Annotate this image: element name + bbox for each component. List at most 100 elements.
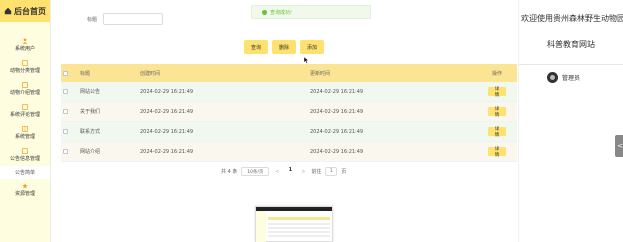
- sidebar-subitem-announcement[interactable]: 公告简单: [0, 166, 50, 179]
- detail-button[interactable]: 详情: [488, 87, 506, 98]
- avatar: [547, 72, 558, 83]
- row-check-cell: [61, 149, 71, 154]
- page-size-select[interactable]: 10条/页: [241, 167, 270, 176]
- cell-updated: 2024-02-29 16:21:49: [310, 88, 364, 95]
- cell-operation: 详情: [477, 147, 517, 158]
- edit-icon: [22, 148, 28, 154]
- thumbnail-sidebar: [256, 211, 266, 242]
- query-button[interactable]: 查询: [244, 40, 268, 54]
- row-checkbox[interactable]: [63, 89, 68, 94]
- pagination-total: 共 4 条: [221, 169, 238, 175]
- row-check-cell: [61, 109, 71, 114]
- select-all-checkbox[interactable]: [63, 70, 68, 76]
- app-root: 后台首页 系统用户 动物分类管理 动物介绍管理 系统评论管理 系统管理 公告信息…: [0, 0, 623, 242]
- sidebar-nav: 系统用户 动物分类管理 动物介绍管理 系统评论管理 系统管理 公告信息管理 公告…: [0, 22, 50, 201]
- thumbnail-row: [268, 227, 330, 229]
- search-row: 标题: [87, 13, 164, 25]
- action-row: 查询 删除 添加: [244, 40, 324, 54]
- cell-created: 2024-02-29 16:21:49: [140, 128, 194, 135]
- cell-updated: 2024-02-29 16:21:49: [310, 108, 364, 115]
- divider: [519, 64, 623, 65]
- thumbnail-row: [268, 235, 330, 237]
- header-title[interactable]: 标题: [71, 70, 137, 77]
- select-all-cell: [61, 70, 71, 76]
- pagination: 共 4 条 10条/页 < 1 > 前往 1 页: [221, 167, 346, 176]
- sidebar-item-users[interactable]: 系统用户: [0, 34, 50, 56]
- cell-operation: 详情: [477, 107, 517, 118]
- sidebar-item-system[interactable]: 系统管理: [0, 122, 50, 144]
- table-row: 网站公告 2024-02-29 16:21:49 2024-02-29 16:2…: [61, 82, 517, 102]
- grid-icon: [22, 126, 28, 132]
- next-page-button[interactable]: >: [299, 169, 307, 175]
- detail-button[interactable]: 详情: [488, 147, 506, 158]
- user-info[interactable]: 管理员: [547, 72, 580, 83]
- detail-button[interactable]: 详情: [488, 107, 506, 118]
- row-checkbox[interactable]: [63, 109, 68, 114]
- row-check-cell: [61, 129, 71, 134]
- welcome-subtitle: 科普教育网站: [547, 40, 595, 49]
- sidebar-item-label: 系统评论管理: [9, 112, 40, 118]
- search-input[interactable]: [103, 13, 164, 25]
- thumbnail-row: [268, 231, 330, 233]
- brand-label: 后台首页: [14, 6, 46, 16]
- sidebar-item-label: 公告信息管理: [9, 156, 40, 162]
- delete-button[interactable]: 删除: [272, 40, 296, 54]
- cell-title: 联系方式: [80, 129, 101, 135]
- sidebar-item-announcements[interactable]: 公告信息管理: [0, 144, 50, 166]
- cell-operation: 详情: [477, 87, 517, 98]
- row-checkbox[interactable]: [63, 149, 68, 154]
- screen-thumbnail: [255, 206, 333, 242]
- header-created[interactable]: 创建时间: [137, 70, 307, 77]
- brand-home[interactable]: 后台首页: [0, 0, 50, 22]
- welcome-title: 欢迎使用贵州森林野生动物园: [521, 14, 623, 23]
- cell-updated: 2024-02-29 16:21:49: [310, 148, 364, 155]
- header-updated[interactable]: 更新时间: [307, 70, 477, 77]
- chevron-left-icon: <: [617, 142, 623, 150]
- current-page[interactable]: 1: [285, 167, 295, 176]
- table-row: 联系方式 2024-02-29 16:21:49 2024-02-29 16:2…: [61, 122, 517, 142]
- table-row: 网站介绍 2024-02-29 16:21:49 2024-02-29 16:2…: [61, 142, 517, 162]
- sidebar-item-label: 系统管理: [14, 134, 35, 140]
- cell-created: 2024-02-29 16:21:49: [140, 108, 194, 115]
- sidebar-item-resources[interactable]: 资源管理: [0, 179, 50, 201]
- sidebar-item-animal-category[interactable]: 动物分类管理: [0, 56, 50, 78]
- edit-icon: [22, 60, 28, 66]
- cell-title: 关于我们: [80, 109, 101, 115]
- home-icon: [4, 7, 12, 15]
- sidebar-item-animal-intro[interactable]: 动物介绍管理: [0, 78, 50, 100]
- edit-icon: [22, 104, 28, 110]
- sidebar-subitem-label: 公告简单: [14, 170, 35, 176]
- goto-page-input[interactable]: 1: [325, 167, 338, 176]
- success-toast: 查询成功!: [251, 5, 371, 19]
- star-icon: [22, 183, 28, 189]
- toast-message: 查询成功!: [270, 9, 293, 16]
- page-unit-label: 页: [341, 169, 347, 175]
- collapse-panel-button[interactable]: <: [615, 135, 623, 157]
- thumbnail-table-header: [268, 217, 330, 220]
- row-checkbox[interactable]: [63, 129, 68, 134]
- right-panel: 欢迎使用贵州森林野生动物园 科普教育网站 管理员 <: [518, 0, 623, 242]
- prev-page-button[interactable]: <: [273, 169, 281, 175]
- user-icon: [22, 38, 28, 44]
- cell-updated: 2024-02-29 16:21:49: [310, 128, 364, 135]
- mouse-cursor-icon: [304, 57, 309, 64]
- header-operation: 操作: [491, 70, 502, 77]
- add-button[interactable]: 添加: [300, 40, 324, 54]
- table-header: 标题 创建时间 更新时间 操作: [61, 64, 517, 82]
- cell-operation: 详情: [477, 127, 517, 138]
- detail-button[interactable]: 详情: [488, 127, 506, 138]
- main-content: 标题 查询成功! 查询 删除 添加 标题 创建时间 更新时间 操作 网站公告 2…: [51, 0, 518, 242]
- table-row: 关于我们 2024-02-29 16:21:49 2024-02-29 16:2…: [61, 102, 517, 122]
- row-check-cell: [61, 89, 71, 94]
- cell-title: 网站介绍: [80, 149, 101, 155]
- sidebar-item-comments[interactable]: 系统评论管理: [0, 100, 50, 122]
- search-label: 标题: [87, 16, 98, 23]
- goto-label: 前往: [311, 169, 322, 175]
- sidebar-item-label: 系统用户: [14, 46, 35, 52]
- cell-created: 2024-02-29 16:21:49: [140, 88, 194, 95]
- sidebar: 后台首页 系统用户 动物分类管理 动物介绍管理 系统评论管理 系统管理 公告信息…: [0, 0, 51, 242]
- sidebar-item-label: 动物分类管理: [9, 68, 40, 74]
- thumbnail-topbar: [256, 207, 332, 211]
- data-table: 标题 创建时间 更新时间 操作 网站公告 2024-02-29 16:21:49…: [61, 64, 517, 162]
- thumbnail-row: [268, 223, 330, 225]
